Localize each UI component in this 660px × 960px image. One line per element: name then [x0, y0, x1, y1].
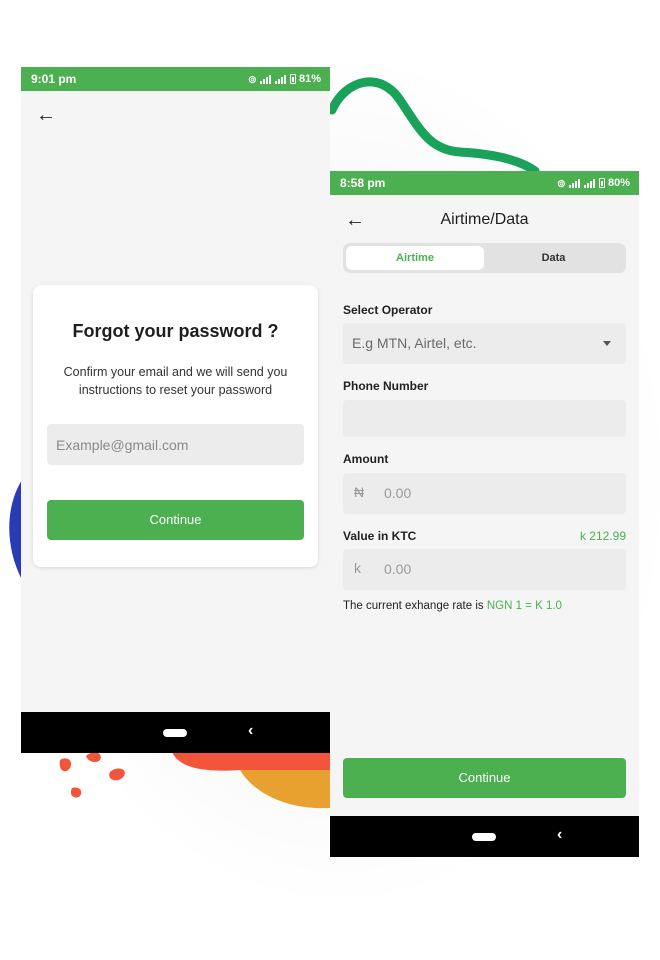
signal-icon [583, 178, 596, 188]
operator-select[interactable]: E.g MTN, Airtel, etc. [343, 323, 626, 364]
ktc-balance: k 212.99 [579, 529, 626, 543]
hotspot-icon: ⊚ [247, 73, 257, 86]
back-arrow-icon[interactable]: ← [36, 105, 56, 125]
phone-number-field[interactable] [343, 400, 626, 437]
signal-icon [568, 178, 581, 188]
status-time: 9:01 pm [31, 72, 77, 86]
home-button[interactable] [163, 729, 187, 737]
ktc-label: Value in KTC [343, 529, 417, 543]
status-indicators: ⊚ 81% [248, 73, 321, 86]
signal-icon [274, 74, 287, 84]
airtime-data-toggle: Airtime Data [343, 243, 626, 273]
battery-level: 81% [298, 73, 321, 85]
battery-icon [289, 74, 296, 84]
exchange-rate-text: The current exhange rate is NGN 1 = K 1.… [343, 600, 562, 612]
forgot-password-screen: 9:01 pm ⊚ 81% ← Forgot your password ? C… [21, 67, 330, 753]
home-button[interactable] [472, 833, 496, 841]
nav-back-button[interactable]: ‹ [248, 722, 253, 740]
airtime-data-screen: 8:58 pm ⊚ 80% ← Airtime/Data Airtime Dat… [330, 171, 639, 857]
email-field[interactable] [47, 424, 304, 465]
ktc-value: 0.00 [384, 561, 412, 577]
hotspot-icon: ⊚ [556, 177, 566, 190]
continue-button[interactable]: Continue [47, 500, 304, 540]
tab-airtime[interactable]: Airtime [346, 246, 484, 270]
ktc-value-field[interactable]: k 0.00 [343, 549, 626, 590]
nav-back-button[interactable]: ‹ [557, 826, 562, 844]
page-title: Forgot your password ? [72, 321, 279, 341]
exchange-rate-value: NGN 1 = K 1.0 [486, 600, 562, 612]
exchange-rate-label: The current exhange rate is [343, 600, 484, 612]
operator-placeholder: E.g MTN, Airtel, etc. [352, 335, 477, 351]
instructions-text: Confirm your email and we will send you … [63, 365, 288, 397]
status-bar: 8:58 pm ⊚ 80% [330, 171, 639, 195]
tab-data[interactable]: Data [484, 246, 623, 270]
page-title: Airtime/Data [440, 211, 529, 228]
forgot-password-card: Forgot your password ? Confirm your emai… [33, 285, 318, 567]
status-time: 8:58 pm [340, 176, 386, 190]
navigation-bar: ‹ [21, 712, 330, 753]
status-bar: 9:01 pm ⊚ 81% [21, 67, 330, 91]
amount-field[interactable]: ₦ 0.00 [343, 473, 626, 514]
dropdown-arrow-icon [603, 341, 611, 346]
battery-icon [598, 178, 605, 188]
status-indicators: ⊚ 80% [557, 177, 630, 190]
operator-label: Select Operator [343, 303, 433, 317]
amount-value: 0.00 [384, 485, 412, 501]
ktc-prefix: k [354, 560, 361, 576]
naira-icon: ₦ [354, 484, 365, 500]
amount-label: Amount [343, 452, 389, 466]
continue-button[interactable]: Continue [343, 758, 626, 798]
phone-number-label: Phone Number [343, 379, 429, 393]
signal-icon [259, 74, 272, 84]
battery-level: 80% [607, 177, 630, 189]
navigation-bar: ‹ [330, 816, 639, 857]
